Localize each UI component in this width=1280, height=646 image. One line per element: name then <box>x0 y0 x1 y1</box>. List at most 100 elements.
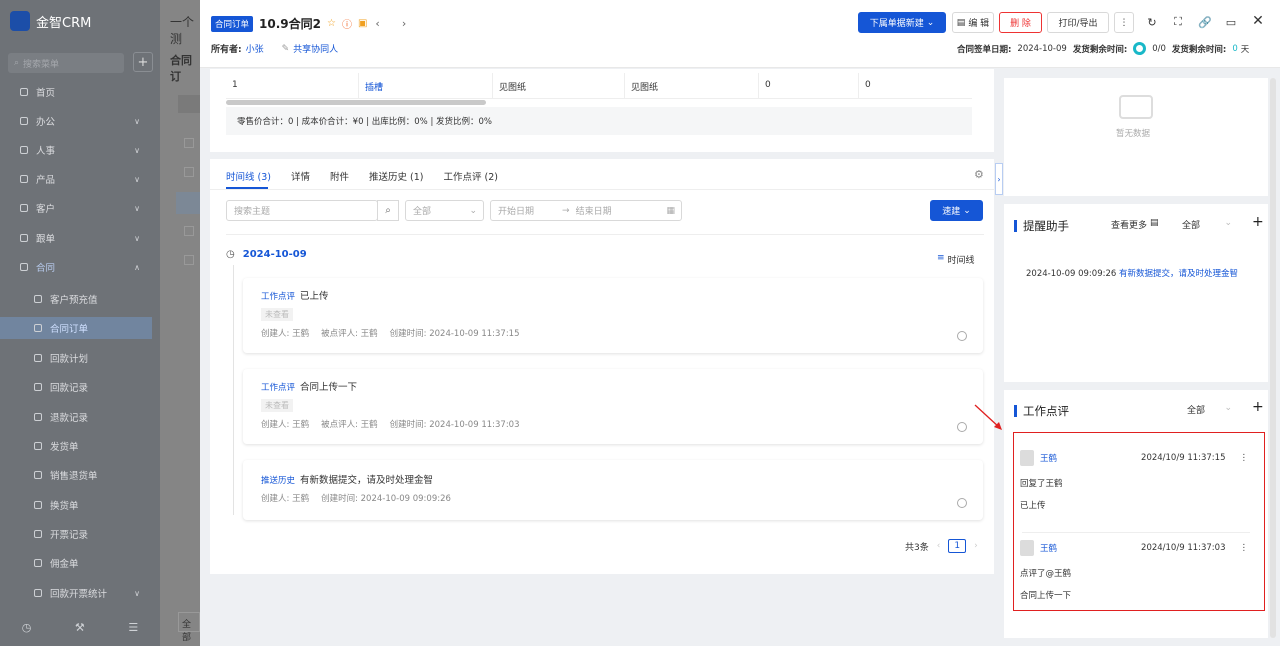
edit-button[interactable]: ▤ 编 辑 <box>952 12 994 33</box>
clock-icon: ◷ <box>226 249 235 260</box>
table-horizontal-scrollbar[interactable] <box>226 100 486 105</box>
app-logo: 金智CRM <box>10 11 91 31</box>
quick-create-label: 速建 <box>942 207 961 217</box>
star-icon[interactable]: ☆ <box>327 18 336 29</box>
background-checkbox <box>184 255 194 265</box>
sidebar-item-hr[interactable]: 人事 ∨ <box>0 139 152 161</box>
info-icon[interactable]: ⓘ <box>342 16 352 31</box>
link-icon[interactable]: 🔗 <box>1196 13 1214 31</box>
page-number-current[interactable]: 1 <box>948 539 967 553</box>
reminder-filter-select[interactable]: 全部 ⌄ <box>1182 218 1232 231</box>
next-record-icon[interactable]: › <box>402 17 406 30</box>
tools-icon[interactable]: ⚒ <box>75 621 85 634</box>
sidebar-item-follow[interactable]: 跟单 ∨ <box>0 227 152 249</box>
more-vertical-icon: ⋮ <box>1119 17 1129 28</box>
sidebar-subitem-invoice[interactable]: 开票记录 <box>0 523 152 545</box>
review-filter-select[interactable]: 全部 ⌄ <box>1187 403 1232 416</box>
share-collaborators-link[interactable]: 共享协同人 <box>293 42 338 55</box>
sidebar-subitem-exchange[interactable]: 换货单 <box>0 494 152 516</box>
next-page-icon[interactable]: › <box>974 541 978 551</box>
sidebar-item-customer[interactable]: 客户 ∨ <box>0 197 152 219</box>
office-icon <box>20 117 28 125</box>
timeline-view-toggle[interactable]: ≡ 时间线 <box>937 253 975 266</box>
contract-icon <box>20 263 28 271</box>
sidebar-item-label: 回款记录 <box>50 383 89 394</box>
entry-creator: 创建人: 王鹤 <box>261 329 310 339</box>
progress-ring-icon <box>1133 42 1147 55</box>
work-review-panel: 工作点评 全部 ⌄ + 王鹤 2024/10/9 11:37:15 ⋮ 回复了王鹤… <box>1004 390 1268 638</box>
sidebar-subitem-payment-invoice-stats[interactable]: 回款开票统计 ∨ <box>0 582 152 604</box>
history-icon[interactable]: ◷ <box>22 621 32 634</box>
print-export-button[interactable]: 打印/导出 <box>1047 12 1109 33</box>
home-icon <box>20 88 28 96</box>
tab-details[interactable]: 详情 <box>291 169 310 183</box>
window-icon[interactable]: ▭ <box>1222 13 1240 31</box>
chevron-down-icon: ⌄ <box>926 17 935 28</box>
timeline-entry[interactable]: 推送历史 有新数据提交，请及时处理金智 创建人: 王鹤 创建时间: 2024-10-… <box>243 460 983 520</box>
sidebar-subitem-payment-record[interactable]: 回款记录 <box>0 376 152 398</box>
sidebar-item-home[interactable]: 首页 <box>0 81 152 103</box>
sidebar-subitem-prepay[interactable]: 客户预充值 <box>0 288 152 310</box>
sidebar-item-label: 客户预充值 <box>50 295 98 306</box>
see-more-link[interactable]: 查看更多 ▤ <box>1111 218 1159 231</box>
review-filter-value: 全部 <box>1187 406 1206 416</box>
settings-gear-icon[interactable]: ⚙ <box>974 168 984 181</box>
tab-work-review[interactable]: 工作点评 (2) <box>444 169 498 183</box>
menu-search-input[interactable]: ⌕ 搜索菜单 <box>8 53 124 73</box>
sidebar-subitem-commission[interactable]: 佣金单 <box>0 552 152 574</box>
type-filter-value: 全部 <box>413 207 432 217</box>
menu-collapse-icon[interactable]: ☰ <box>128 621 138 634</box>
reviewer-name[interactable]: 王鹤 <box>1040 542 1057 554</box>
timeline-entry[interactable]: 工作点评 已上传 未查看 创建人: 王鹤 被点评人: 王鹤 创建时间: 2024-10… <box>243 278 983 353</box>
type-filter-select[interactable]: 全部 ⌄ <box>405 200 484 221</box>
review-item[interactable]: 王鹤 2024/10/9 11:37:03 ⋮ 点评了@王鹤 合同上传一下 <box>1012 540 1260 601</box>
app-name: 金智CRM <box>36 15 92 31</box>
entry-tag: 工作点评 <box>261 292 296 302</box>
sidebar-item-label: 退款记录 <box>50 413 89 424</box>
note-icon[interactable]: ▣ <box>358 18 367 29</box>
entry-title: 有新数据提交，请及时处理金智 <box>300 475 434 486</box>
comment-icon[interactable] <box>957 498 967 508</box>
sidebar-item-product[interactable]: 产品 ∨ <box>0 168 152 190</box>
panel-scrollbar[interactable] <box>1270 78 1276 638</box>
add-review-icon[interactable]: + <box>1252 399 1264 415</box>
date-range-picker[interactable]: 开始日期 → 结束日期 ▦ <box>490 200 682 221</box>
sidebar-subitem-contract-order[interactable]: 合同订单 <box>0 317 152 339</box>
refresh-icon[interactable]: ↻ <box>1143 13 1161 31</box>
sidebar-subitem-delivery[interactable]: 发货单 <box>0 435 152 457</box>
sidebar-item-office[interactable]: 办公 ∨ <box>0 110 152 132</box>
timeline-entry[interactable]: 工作点评 合同上传一下 未查看 创建人: 王鹤 被点评人: 王鹤 创建时间: 2024… <box>243 369 983 444</box>
prev-record-icon[interactable]: ‹ <box>375 17 379 30</box>
close-icon[interactable]: ✕ <box>1249 12 1267 30</box>
reminder-item[interactable]: 2024-10-09 09:09:26 有新数据提交，请及时处理金智 <box>1026 267 1238 279</box>
prev-page-icon[interactable]: ‹ <box>937 541 941 551</box>
more-vertical-icon[interactable]: ⋮ <box>1240 543 1249 553</box>
comment-icon[interactable] <box>957 331 967 341</box>
sidebar-subitem-return[interactable]: 销售退货单 <box>0 464 152 486</box>
sidebar-item-contract[interactable]: 合同 ∧ <box>0 256 152 278</box>
owner-link[interactable]: 小张 <box>246 42 264 55</box>
more-vertical-icon[interactable]: ⋮ <box>1240 453 1249 463</box>
reviewer-name[interactable]: 王鹤 <box>1040 452 1057 464</box>
background-checkbox <box>184 226 194 236</box>
create-sub-record-button[interactable]: 下属单据新建 ⌄ <box>858 12 946 33</box>
tab-timeline[interactable]: 时间线 (3) <box>226 169 271 183</box>
review-time: 2024/10/9 11:37:15 <box>1141 453 1226 463</box>
comment-icon[interactable] <box>957 422 967 432</box>
review-item[interactable]: 王鹤 2024/10/9 11:37:15 ⋮ 回复了王鹤 已上传 <box>1012 450 1260 511</box>
reminder-text: 有新数据提交，请及时处理金智 <box>1118 269 1238 279</box>
sidebar-subitem-refund[interactable]: 退款记录 <box>0 406 152 428</box>
tab-push-history[interactable]: 推送历史 (1) <box>369 169 423 183</box>
panel-collapse-handle[interactable]: › <box>995 163 1003 195</box>
tab-attachments[interactable]: 附件 <box>330 169 349 183</box>
add-reminder-icon[interactable]: + <box>1252 214 1264 230</box>
search-icon[interactable]: ⌕ <box>377 200 399 221</box>
more-actions-button[interactable]: ⋮ <box>1114 12 1134 33</box>
sidebar-subitem-payment-plan[interactable]: 回款计划 <box>0 347 152 369</box>
fullscreen-icon[interactable]: ⛶ <box>1169 13 1187 31</box>
topic-search-input[interactable]: 搜索主题 <box>226 200 378 221</box>
add-menu-button[interactable]: + <box>133 52 153 72</box>
quick-create-button[interactable]: 速建 ⌄ <box>930 200 983 221</box>
delete-button[interactable]: 删 除 <box>999 12 1042 33</box>
table-cell-product-link[interactable]: 插槽 <box>358 73 492 98</box>
